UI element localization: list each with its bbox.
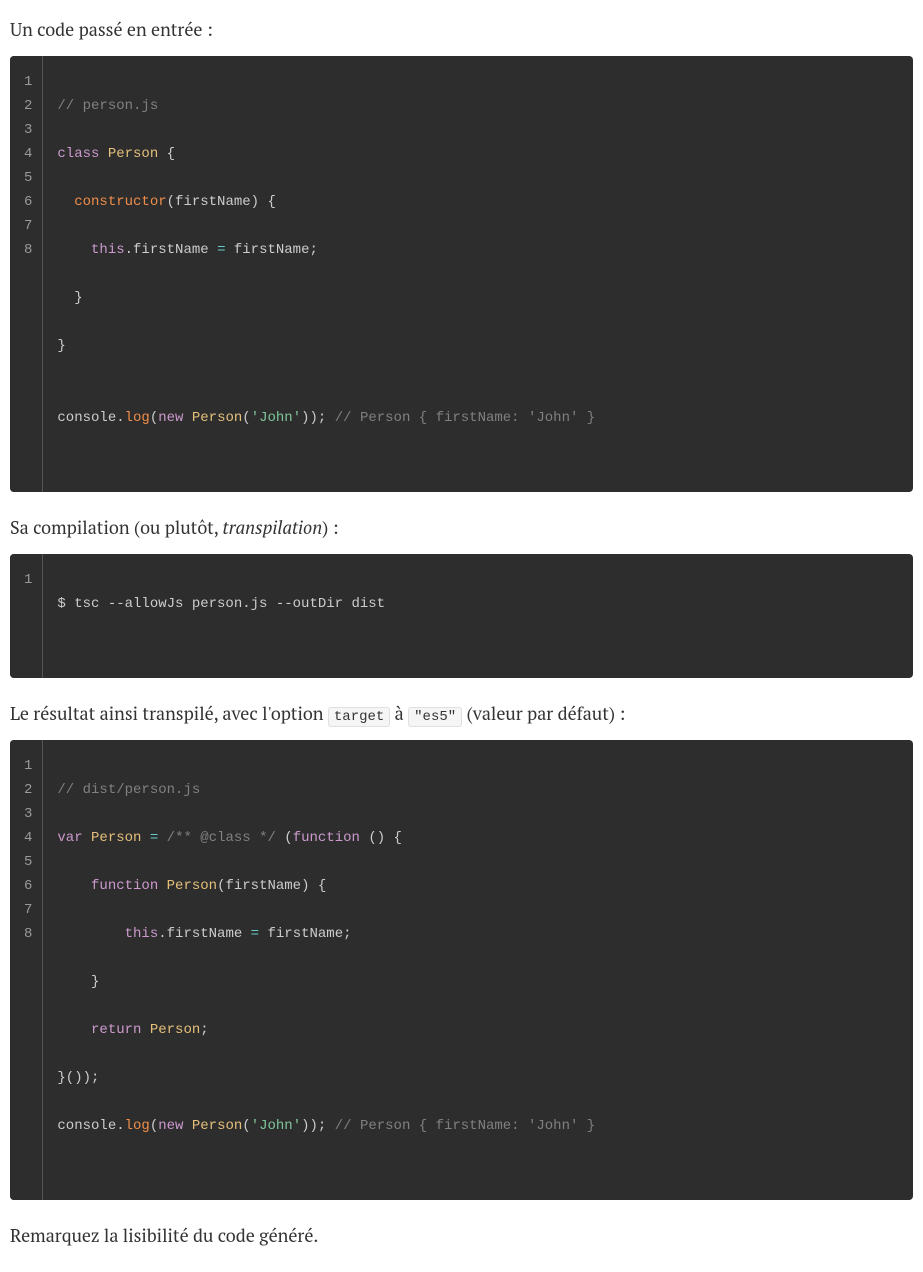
line-number: 7 [10, 214, 42, 238]
line-number: 3 [10, 802, 42, 826]
code-content[interactable]: // person.js class Person { constructor(… [42, 56, 913, 492]
code-line: var Person = /** @class */ (function () … [43, 826, 897, 850]
code-content[interactable]: $ tsc --allowJs person.js --outDir dist [42, 554, 913, 678]
inline-code-es5: "es5" [408, 707, 462, 727]
code-line: console.log(new Person('John')); // Pers… [43, 406, 897, 430]
line-number: 5 [10, 850, 42, 874]
line-number: 4 [10, 142, 42, 166]
line-number: 5 [10, 166, 42, 190]
line-number: 1 [10, 568, 42, 592]
code-block-command: 1 $ tsc --allowJs person.js --outDir dis… [10, 554, 913, 678]
code-line: constructor(firstName) { [43, 190, 897, 214]
line-number: 6 [10, 190, 42, 214]
line-number: 8 [10, 238, 42, 262]
code-line: this.firstName = firstName; [43, 238, 897, 262]
paragraph-transpilation: Sa compilation (ou plutôt, transpilation… [10, 516, 913, 540]
inline-code-target: target [328, 707, 390, 727]
code-line: } [43, 334, 897, 358]
code-line: this.firstName = firstName; [43, 922, 897, 946]
line-number: 4 [10, 826, 42, 850]
code-line: class Person { [43, 142, 897, 166]
line-number: 3 [10, 118, 42, 142]
code-line: console.log(new Person('John')); // Pers… [43, 1114, 897, 1138]
code-line: } [43, 970, 897, 994]
line-number: 1 [10, 754, 42, 778]
paragraph-remark: Remarquez la lisibilité du code généré. [10, 1224, 913, 1248]
line-number: 2 [10, 778, 42, 802]
code-line: $ tsc --allowJs person.js --outDir dist [43, 592, 897, 616]
line-number: 6 [10, 874, 42, 898]
line-number: 8 [10, 922, 42, 946]
code-block-input: 1 2 3 4 5 6 7 8 // person.js class Perso… [10, 56, 913, 492]
code-content[interactable]: // dist/person.js var Person = /** @clas… [42, 740, 913, 1200]
line-number-gutter: 1 2 3 4 5 6 7 8 [10, 56, 42, 492]
line-number: 2 [10, 94, 42, 118]
line-number-gutter: 1 [10, 554, 42, 678]
code-line: return Person; [43, 1018, 897, 1042]
code-line: } [43, 286, 897, 310]
paragraph-input-code: Un code passé en entrée : [10, 18, 913, 42]
line-number-gutter: 1 2 3 4 5 6 7 8 [10, 740, 42, 1200]
code-line: }()); [43, 1066, 897, 1090]
line-number: 7 [10, 898, 42, 922]
line-number: 1 [10, 70, 42, 94]
code-line: // person.js [43, 94, 897, 118]
code-line: function Person(firstName) { [43, 874, 897, 898]
code-line: // dist/person.js [43, 778, 897, 802]
paragraph-result: Le résultat ainsi transpilé, avec l'opti… [10, 702, 913, 726]
code-block-output: 1 2 3 4 5 6 7 8 // dist/person.js var Pe… [10, 740, 913, 1200]
